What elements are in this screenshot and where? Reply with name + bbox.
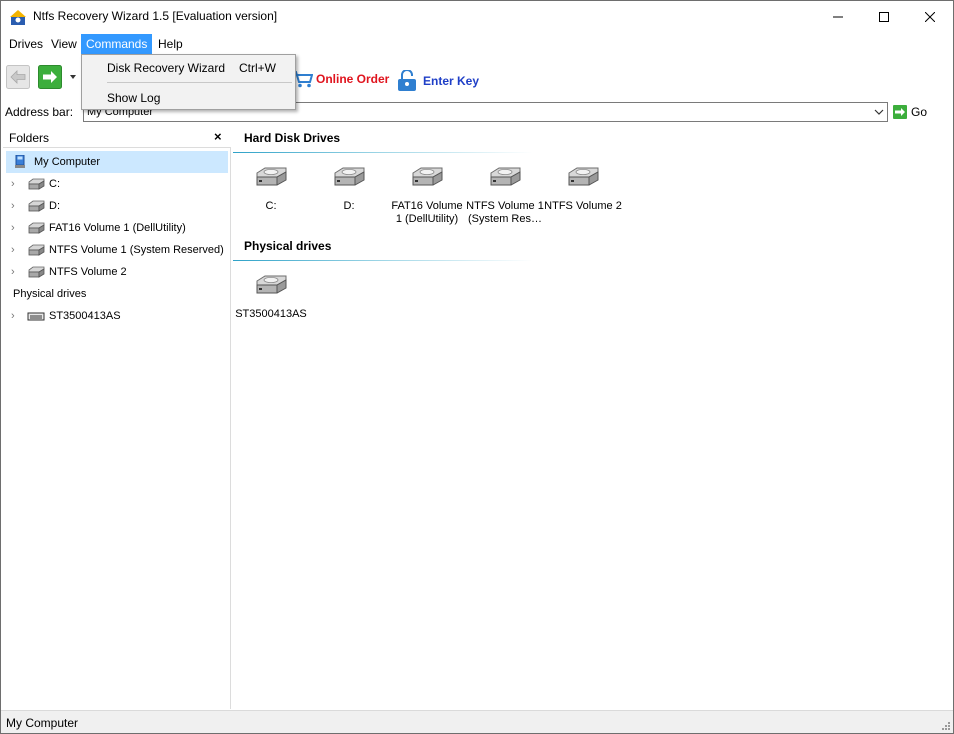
expand-chevron-icon[interactable]: ›: [11, 244, 21, 256]
drive-tile-physical[interactable]: ST3500413AS: [232, 274, 310, 321]
minimize-button[interactable]: [815, 1, 861, 32]
drive-tile-label: ST3500413AS: [235, 308, 307, 320]
folder-tree: My Computer › C: › D: › FAT16 Volume 1 (…: [3, 151, 231, 327]
hard-drive-icon: [27, 199, 45, 213]
hard-disk-drives-heading: Hard Disk Drives: [244, 131, 341, 145]
status-bar: My Computer: [1, 710, 953, 733]
drive-tile-label: NTFS Volume 2: [544, 200, 622, 212]
menu-item-show-log[interactable]: Show Log: [82, 86, 295, 110]
hard-drive-icon: [27, 177, 45, 191]
folders-header: Folders ×: [3, 127, 231, 148]
tree-group-physical-drives: Physical drives: [13, 288, 87, 300]
drive-tile-fat16[interactable]: FAT16 Volume 1 (DellUtility): [388, 166, 466, 226]
expand-chevron-icon[interactable]: ›: [11, 178, 21, 190]
menu-separator: [107, 82, 292, 83]
online-order-button[interactable]: Online Order: [291, 70, 389, 88]
tree-item-drive-c[interactable]: › C:: [3, 173, 231, 195]
menu-item-disk-recovery-wizard[interactable]: Disk Recovery Wizard Ctrl+W: [82, 56, 295, 80]
enter-key-button[interactable]: Enter Key: [397, 70, 479, 92]
address-dropdown-button[interactable]: [871, 103, 887, 121]
menu-item-shortcut: Ctrl+W: [239, 61, 276, 75]
tree-item-label: ST3500413AS: [49, 310, 121, 322]
app-logo-icon: [10, 10, 26, 25]
folders-title: Folders: [9, 131, 50, 145]
drive-tile-d[interactable]: D:: [310, 166, 388, 213]
tree-item-ntfs-volume-1[interactable]: › NTFS Volume 1 (System Reserved): [3, 239, 231, 261]
tree-item-label: NTFS Volume 2: [49, 266, 127, 278]
tree-item-ntfs-volume-2[interactable]: › NTFS Volume 2: [3, 261, 231, 283]
menu-bar: Drives View Commands Help: [1, 34, 953, 54]
tree-item-drive-d[interactable]: › D:: [3, 195, 231, 217]
tree-item-label: FAT16 Volume 1 (DellUtility): [49, 222, 186, 234]
drive-tile-label: D:: [343, 200, 355, 212]
drive-tile-ntfs-2[interactable]: NTFS Volume 2: [544, 166, 622, 213]
hard-drive-icon: [27, 243, 45, 257]
status-text: My Computer: [6, 716, 79, 730]
drive-tile-c[interactable]: C:: [232, 166, 310, 213]
computer-icon: [15, 155, 25, 168]
hard-drive-icon: [27, 265, 45, 279]
drive-tile-label: NTFS Volume 1 (System Res…: [466, 200, 544, 225]
content-pane: Hard Disk Drives C: D: FAT16 Volume 1 (D…: [233, 127, 953, 709]
menu-item-label: Show Log: [107, 91, 161, 105]
maximize-button[interactable]: [861, 1, 907, 32]
hard-drive-icon: [253, 274, 289, 296]
tree-item-label: NTFS Volume 1 (System Reserved): [49, 244, 224, 256]
close-icon: [925, 11, 935, 22]
folders-pane: Folders × My Computer › C: › D: › FAT16 …: [3, 127, 231, 709]
menu-help[interactable]: Help: [153, 34, 188, 54]
hard-drive-icon: [487, 166, 523, 188]
tree-item-label: D:: [49, 200, 60, 212]
physical-drives-heading: Physical drives: [244, 239, 332, 253]
hard-drive-icon: [409, 166, 445, 188]
expand-chevron-icon[interactable]: ›: [11, 200, 21, 212]
go-arrow-icon: [893, 105, 907, 119]
commands-menu: Disk Recovery Wizard Ctrl+W Show Log: [81, 54, 296, 110]
expand-chevron-icon[interactable]: ›: [11, 310, 21, 322]
tree-item-fat16-volume[interactable]: › FAT16 Volume 1 (DellUtility): [3, 217, 231, 239]
menu-item-label: Disk Recovery Wizard: [107, 61, 226, 75]
hard-drive-icon: [253, 166, 289, 188]
hard-drive-icon: [565, 166, 601, 188]
unlock-icon: [398, 70, 416, 91]
tree-item-label: My Computer: [34, 156, 101, 168]
tree-item-my-computer[interactable]: My Computer: [6, 151, 228, 173]
expand-chevron-icon[interactable]: ›: [11, 266, 21, 278]
menu-commands[interactable]: Commands: [81, 34, 153, 54]
close-button[interactable]: [907, 1, 953, 32]
drive-tile-label: FAT16 Volume 1 (DellUtility): [391, 200, 463, 225]
address-label: Address bar:: [5, 105, 74, 119]
forward-arrow-icon: [38, 65, 62, 89]
tree-item-label: C:: [49, 178, 60, 190]
drive-tile-ntfs-1[interactable]: NTFS Volume 1 (System Res…: [466, 166, 544, 226]
forward-button[interactable]: [38, 65, 62, 89]
back-arrow-icon: [6, 65, 30, 89]
tree-item-physical-drive[interactable]: › ST3500413AS: [3, 305, 231, 327]
group-divider: [233, 260, 533, 261]
back-button[interactable]: [6, 65, 30, 89]
menu-drives[interactable]: Drives: [4, 34, 48, 54]
drive-tile-label: C:: [265, 200, 277, 212]
app-window: Ntfs Recovery Wizard 1.5 [Evaluation ver…: [0, 0, 954, 734]
minimize-icon: [833, 16, 843, 17]
hard-drive-icon: [331, 166, 367, 188]
enter-key-label: Enter Key: [423, 74, 480, 88]
go-label: Go: [911, 105, 928, 119]
hard-drive-icon: [27, 221, 45, 235]
physical-drive-icon: [27, 309, 45, 323]
maximize-icon: [879, 11, 889, 22]
go-button[interactable]: Go: [893, 103, 927, 121]
title-bar: Ntfs Recovery Wizard 1.5 [Evaluation ver…: [1, 1, 953, 32]
expand-chevron-icon[interactable]: ›: [11, 222, 21, 234]
folders-close-icon[interactable]: ×: [214, 129, 222, 144]
online-order-label: Online Order: [316, 72, 390, 86]
resize-grip-icon[interactable]: [940, 720, 950, 730]
window-title: Ntfs Recovery Wizard 1.5 [Evaluation ver…: [33, 9, 278, 23]
history-dropdown-icon[interactable]: [70, 75, 76, 79]
chevron-down-icon: [874, 109, 884, 115]
menu-view[interactable]: View: [46, 34, 82, 54]
group-divider: [233, 152, 533, 153]
